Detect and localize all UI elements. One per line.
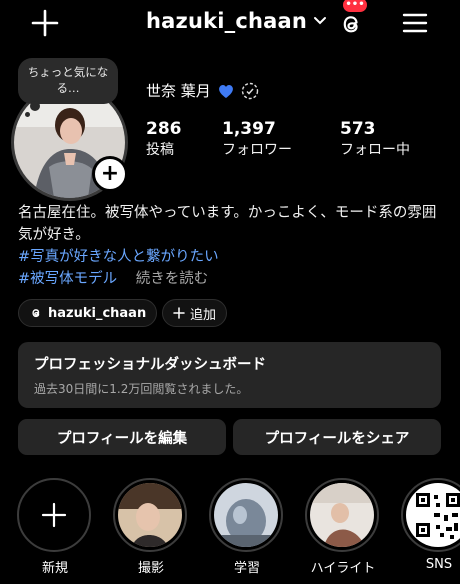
highlight-item[interactable]: SNS (401, 478, 460, 572)
add-label: 追加 (190, 307, 217, 323)
following-value: 573 (340, 119, 376, 139)
followers-label: フォロワー (222, 142, 292, 158)
bio: 名古屋在住。被写体やっています。かっこよく、モード系の雰囲気が好き。 #写真が好… (18, 202, 446, 290)
edit-profile-button[interactable]: プロフィールを編集 (18, 419, 226, 455)
threads-icon (29, 306, 43, 320)
read-more-link[interactable]: 続きを読む (136, 271, 209, 287)
threads-handle: hazuki_chaan (48, 305, 147, 321)
plus-icon (22, 483, 86, 547)
threads-badge-icon (241, 82, 259, 100)
note-text: ちょっと気になる… (27, 65, 109, 95)
add-story-button[interactable]: + (92, 156, 128, 192)
highlight-circle (17, 478, 91, 552)
highlight-item[interactable]: 学習 (209, 478, 285, 576)
highlight-label: 新規 (41, 561, 68, 576)
create-plus-icon[interactable] (30, 8, 60, 38)
highlight-circle (401, 478, 460, 552)
edit-profile-label: プロフィールを編集 (56, 430, 188, 447)
followers-count[interactable]: 1,397 フォロワー (222, 119, 292, 159)
display-name-row: 世奈 葉月 (146, 80, 259, 101)
menu-icon[interactable] (402, 12, 428, 34)
bio-text: 名古屋在住。被写体やっています。かっこよく、モード系の雰囲気が好き。 (18, 205, 437, 243)
posts-value: 286 (146, 119, 182, 139)
share-profile-label: プロフィールをシェア (264, 430, 410, 447)
highlight-circle (305, 478, 379, 552)
hashtag-link[interactable]: #被写体モデル (18, 271, 117, 287)
highlight-circle (113, 478, 187, 552)
plus-icon: + (100, 161, 120, 186)
following-label: フォロー中 (340, 142, 410, 158)
display-name: 世奈 葉月 (146, 82, 211, 100)
professional-dashboard[interactable]: プロフェッショナルダッシュボード 過去30日間に1.2万回閲覧されました。 (18, 342, 441, 408)
plus-icon (173, 307, 185, 319)
posts-count[interactable]: 286 投稿 (146, 119, 182, 159)
threads-link-chip[interactable]: hazuki_chaan (18, 299, 158, 327)
highlight-item[interactable]: ハイライト (305, 478, 381, 576)
share-profile-button[interactable]: プロフィールをシェア (233, 419, 441, 455)
add-link-chip[interactable]: 追加 (162, 299, 228, 327)
posts-label: 投稿 (146, 142, 174, 158)
highlight-cover (310, 483, 374, 547)
blue-heart-icon (217, 82, 235, 100)
highlight-label: 学習 (233, 561, 260, 576)
note-tail-dot (30, 101, 40, 111)
highlight-item[interactable]: 撮影 (113, 478, 189, 576)
followers-value: 1,397 (222, 119, 276, 139)
highlight-label: ハイライト (310, 561, 376, 576)
chevron-down-icon (313, 16, 327, 26)
qr-code-icon (406, 483, 460, 547)
badge-dots: ••• (345, 0, 365, 10)
highlight-circle (209, 478, 283, 552)
highlight-label: SNS (425, 557, 453, 572)
note-bubble[interactable]: ちょっと気になる… (18, 58, 118, 104)
dashboard-subtitle: 過去30日間に1.2万回閲覧されました。 (34, 382, 249, 396)
notification-badge: ••• (343, 0, 367, 12)
threads-icon[interactable] (336, 9, 366, 39)
highlight-label: 撮影 (137, 561, 164, 576)
dashboard-title: プロフェッショナルダッシュボード (34, 357, 266, 373)
hashtag-link[interactable]: #写真が好きな人と繋がりたい (18, 249, 219, 265)
highlight-cover (214, 483, 278, 547)
highlight-new[interactable]: 新規 (17, 478, 93, 576)
username: hazuki_chaan (146, 9, 308, 33)
note-tail-dot-small (25, 112, 30, 117)
following-count[interactable]: 573 フォロー中 (340, 119, 410, 159)
highlight-cover (118, 483, 182, 547)
account-switcher[interactable]: hazuki_chaan (146, 9, 327, 33)
